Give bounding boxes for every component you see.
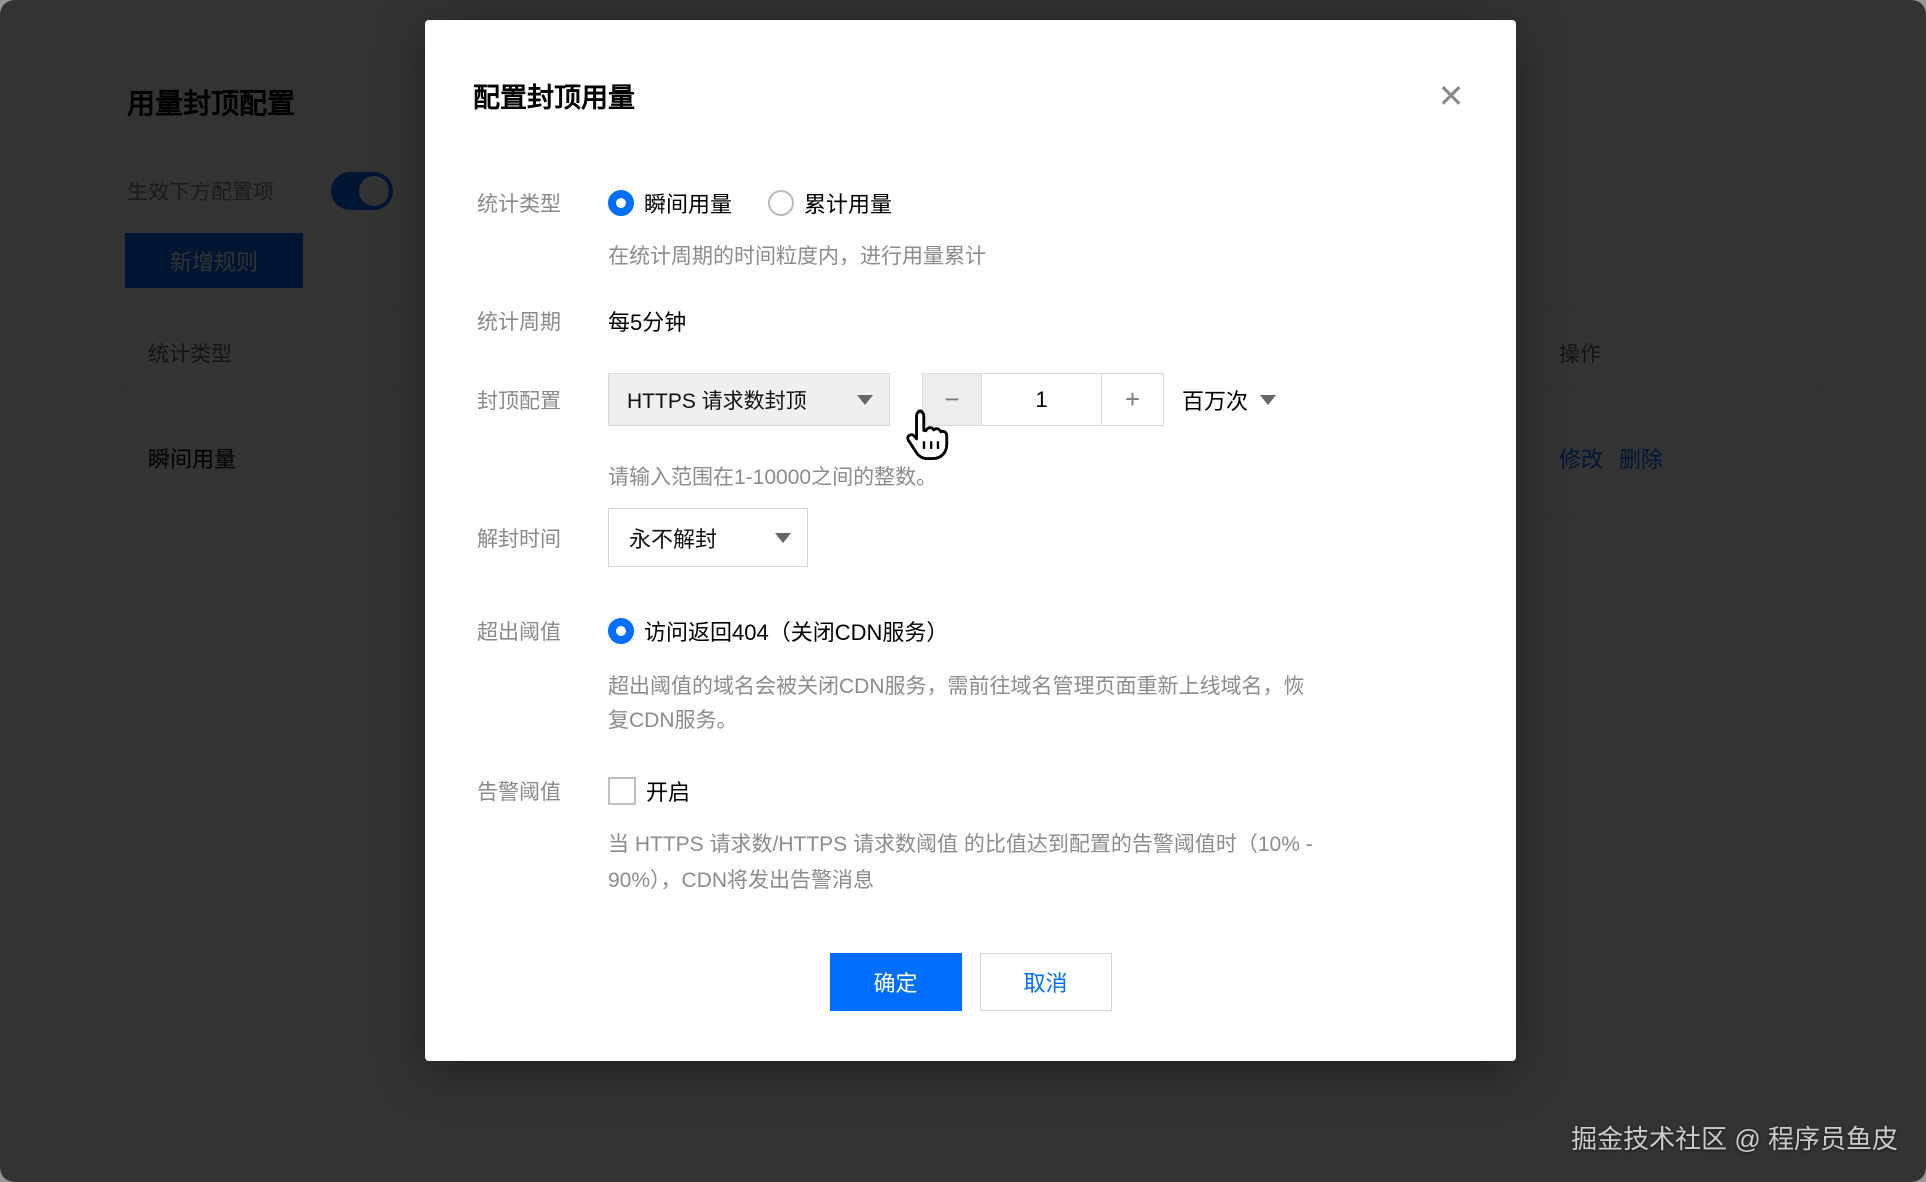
stat-period-value: 每5分钟 [608,305,686,337]
cap-config-help: 请输入范围在1-10000之间的整数。 [608,461,937,495]
alarm-threshold-help: 当 HTTPS 请求数/HTTPS 请求数阈值 的比值达到配置的告警阈值时（10… [608,827,1313,899]
over-threshold-help: 超出阈值的域名会被关闭CDN服务，需前往域名管理页面重新上线域名，恢 复CDN服… [608,670,1305,738]
stat-type-row: 统计类型 瞬间用量 累计用量 [477,188,892,218]
alarm-enable-label[interactable]: 开启 [646,775,690,807]
plus-button[interactable]: + [1102,373,1164,426]
over-threshold-help-line1: 超出阈值的域名会被关闭CDN服务，需前往域名管理页面重新上线域名，恢 [608,670,1305,704]
over-threshold-help-line2: 复CDN服务。 [608,704,1305,738]
alarm-threshold-help-line1: 当 HTTPS 请求数/HTTPS 请求数阈值 的比值达到配置的告警阈值时（10… [608,827,1313,863]
alarm-threshold-row: 告警阈值 开启 [477,775,690,807]
radio-cumulative-usage-label[interactable]: 累计用量 [804,187,892,219]
unit-select-value: 百万次 [1182,384,1248,416]
over-threshold-row: 超出阈值 访问返回404（关闭CDN服务） [477,615,948,647]
radio-instant-usage[interactable] [608,190,634,216]
amount-input[interactable] [982,373,1102,426]
chevron-down-icon [1260,395,1276,405]
stat-period-label: 统计周期 [477,306,608,336]
stat-type-label: 统计类型 [477,188,608,218]
unblock-time-select[interactable]: 永不解封 [608,508,808,567]
chevron-down-icon [775,533,791,543]
unblock-time-select-value: 永不解封 [629,522,717,554]
stat-type-help: 在统计周期的时间粒度内，进行用量累计 [608,240,986,274]
modal-footer: 确定 取消 [425,953,1516,1011]
unblock-time-row: 解封时间 永不解封 [477,508,808,567]
minus-button[interactable]: − [922,373,982,426]
cap-config-row: 封顶配置 HTTPS 请求数封顶 − + 百万次 [477,370,1276,429]
confirm-button[interactable]: 确定 [830,953,962,1011]
radio-instant-usage-label[interactable]: 瞬间用量 [644,187,732,219]
screen: 用量封顶配置 生效下方配置项 新增规则 统计类型 操作 瞬间用量 修改 删除 [0,0,1926,1182]
alarm-threshold-label: 告警阈值 [477,776,608,806]
alarm-threshold-help-line2: 90%），CDN将发出告警消息 [608,863,1313,899]
over-threshold-label: 超出阈值 [477,616,608,646]
radio-return-404-label[interactable]: 访问返回404（关闭CDN服务） [644,615,948,647]
stat-period-row: 统计周期 每5分钟 [477,306,686,336]
cap-metric-select-value: HTTPS 请求数封顶 [627,385,807,415]
unit-select[interactable]: 百万次 [1182,384,1276,416]
chevron-down-icon [857,395,873,405]
amount-stepper: − + [922,373,1164,426]
modal-title: 配置封顶用量 [473,76,635,115]
cancel-button[interactable]: 取消 [980,953,1112,1011]
radio-cumulative-usage[interactable] [768,190,794,216]
usage-cap-modal: 配置封顶用量 ✕ 统计类型 瞬间用量 累计用量 在统计周期的时间粒度内，进行用量… [425,20,1516,1061]
radio-return-404[interactable] [608,618,634,644]
watermark: 掘金技术社区 @ 程序员鱼皮 [1571,1119,1898,1156]
cap-metric-select[interactable]: HTTPS 请求数封顶 [608,373,890,426]
cap-config-label: 封顶配置 [477,385,608,415]
close-icon[interactable]: ✕ [1431,76,1471,116]
unblock-time-label: 解封时间 [477,523,608,553]
alarm-enable-checkbox[interactable] [608,777,636,805]
